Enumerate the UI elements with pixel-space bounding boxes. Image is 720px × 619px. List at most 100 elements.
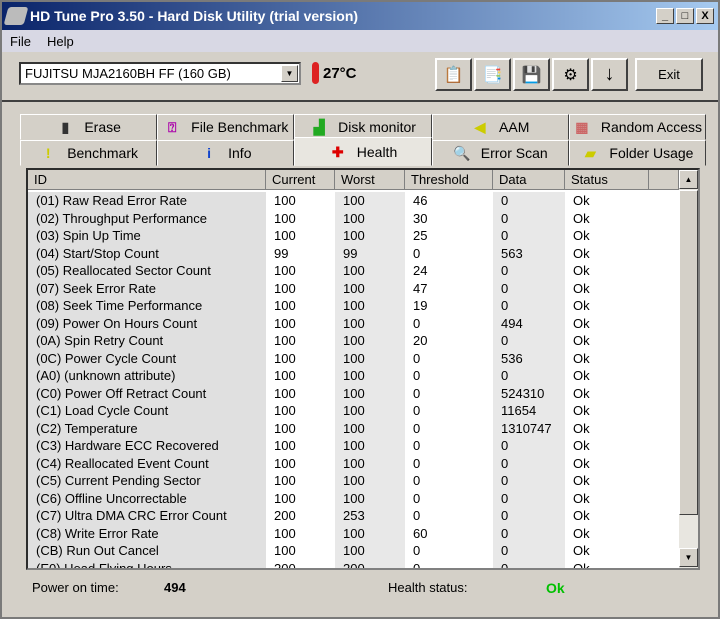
table-row[interactable]: (C5) Current Pending Sector 100 100 0 0 Ok xyxy=(28,472,678,490)
cell-current: 100 xyxy=(274,298,296,313)
file-benchmark-icon: ⍰ xyxy=(167,119,177,135)
maximize-button[interactable]: □ xyxy=(676,8,694,24)
tab-file-benchmark[interactable]: ⍰ File Benchmark xyxy=(157,114,295,140)
cell-id: (02) Throughput Performance xyxy=(28,209,266,227)
cell-worst: 100 xyxy=(335,472,405,490)
cell-id: (C4) Reallocated Event Count xyxy=(28,454,266,472)
tab-strip: ▮ Erase ⍰ File Benchmark ▟ Disk monitor ◀ AAM ▦ R… xyxy=(20,114,707,166)
cell-id: (03) Spin Up Time xyxy=(28,227,266,245)
copy-screenshot-button[interactable]: 📑 xyxy=(474,58,511,91)
table-row[interactable]: (E0) Head Flying Hours 200 200 0 0 Ok xyxy=(28,559,678,570)
close-button[interactable]: X xyxy=(696,8,714,24)
copy-info-button[interactable]: 📋 xyxy=(435,58,472,91)
menu-file[interactable]: File xyxy=(10,34,31,49)
column-header-current[interactable]: Current xyxy=(266,170,335,190)
tab-benchmark[interactable]: ! Benchmark xyxy=(20,140,158,166)
tab-aam[interactable]: ◀ AAM xyxy=(431,114,569,140)
cell-status: Ok xyxy=(573,473,590,488)
tab-label: Error Scan xyxy=(480,145,548,161)
table-row[interactable]: (05) Reallocated Sector Count 100 100 24 0 Ok xyxy=(28,262,678,280)
save-button[interactable]: 💾 xyxy=(513,58,550,91)
cell-status: Ok xyxy=(573,560,590,570)
cell-current: 100 xyxy=(274,543,296,558)
scrollbar[interactable]: ▲ ▼ xyxy=(679,170,698,568)
tab-health[interactable]: ✚ Health xyxy=(294,137,432,166)
table-row[interactable]: (08) Seek Time Performance 100 100 19 0 Ok xyxy=(28,297,678,315)
table-row[interactable]: (03) Spin Up Time 100 100 25 0 Ok xyxy=(28,227,678,245)
cell-worst: 100 xyxy=(335,437,405,455)
cell-data: 0 xyxy=(493,542,565,560)
column-header-data[interactable]: Data xyxy=(493,170,565,190)
tab-info[interactable]: i Info xyxy=(157,140,295,166)
scroll-down-icon[interactable]: ▼ xyxy=(679,548,698,567)
table-row[interactable]: (C4) Reallocated Event Count 100 100 0 0 Ok xyxy=(28,454,678,472)
cell-id: (C6) Offline Uncorrectable xyxy=(28,489,266,507)
table-row[interactable]: (09) Power On Hours Count 100 100 0 494 Ok xyxy=(28,314,678,332)
cell-threshold: 0 xyxy=(413,490,421,506)
cell-worst: 200 xyxy=(335,559,405,568)
column-header-worst[interactable]: Worst xyxy=(335,170,405,190)
menu-help[interactable]: Help xyxy=(47,34,74,49)
table-row[interactable]: (C6) Offline Uncorrectable 100 100 0 0 Ok xyxy=(28,489,678,507)
table-row[interactable]: (A0) (unknown attribute) 100 100 0 0 Ok xyxy=(28,367,678,385)
column-header-id[interactable]: ID xyxy=(28,170,266,190)
floppy-icon: 💾 xyxy=(521,66,542,84)
cell-status: Ok xyxy=(573,420,590,436)
cell-status: Ok xyxy=(573,525,590,541)
minimize-button[interactable]: _ xyxy=(656,8,674,24)
table-row[interactable]: (0A) Spin Retry Count 100 100 20 0 Ok xyxy=(28,332,678,350)
table-row[interactable]: (C3) Hardware ECC Recovered 100 100 0 0 Ok xyxy=(28,437,678,455)
cell-status: Ok xyxy=(573,543,590,558)
table-row[interactable]: (C1) Load Cycle Count 100 100 0 11654 Ok xyxy=(28,402,678,420)
cell-status: Ok xyxy=(573,263,590,278)
trash-icon: ▮ xyxy=(61,119,70,135)
table-row[interactable]: (C0) Power Off Retract Count 100 100 0 52431… xyxy=(28,384,678,402)
cell-current: 200 xyxy=(274,560,296,570)
cell-worst: 100 xyxy=(335,209,405,227)
smart-table: ID Current Worst Threshold Data Status (01) R… xyxy=(26,168,700,570)
tab-folder-usage[interactable]: ▰ Folder Usage xyxy=(568,140,707,166)
speaker-icon: ◀ xyxy=(474,119,486,135)
drive-name: FUJITSU MJA2160BH FF (160 GB) xyxy=(25,66,231,81)
cell-status: Ok xyxy=(573,403,590,418)
cell-threshold: 0 xyxy=(413,543,421,558)
table-row[interactable]: (07) Seek Error Rate 100 100 47 0 Ok xyxy=(28,279,678,297)
table-row[interactable]: (0C) Power Cycle Count 100 100 0 536 Ok xyxy=(28,349,678,367)
cell-threshold: 25 xyxy=(413,228,428,243)
table-row[interactable]: (04) Start/Stop Count 99 99 0 563 Ok xyxy=(28,244,678,262)
download-button[interactable]: ↓ xyxy=(591,58,628,91)
exit-button[interactable]: Exit xyxy=(635,58,703,91)
options-button[interactable]: ⚙ xyxy=(552,58,589,91)
scroll-up-icon[interactable]: ▲ xyxy=(679,170,698,189)
cell-threshold: 47 xyxy=(413,280,428,296)
tab-label: Info xyxy=(228,145,252,161)
cell-current: 200 xyxy=(274,508,296,523)
cell-current: 99 xyxy=(274,245,289,261)
table-row[interactable]: (02) Throughput Performance 100 100 30 0 Ok xyxy=(28,209,678,227)
cell-data: 494 xyxy=(493,314,565,332)
cell-id: (C7) Ultra DMA CRC Error Count xyxy=(28,507,266,525)
column-header-status[interactable]: Status xyxy=(565,170,649,190)
menu-bar: File Help xyxy=(2,30,718,52)
app-icon xyxy=(3,7,29,25)
table-row[interactable]: (CB) Run Out Cancel 100 100 0 0 Ok xyxy=(28,542,678,560)
power-on-label: Power on time: xyxy=(32,580,119,595)
column-header-filler xyxy=(649,170,679,190)
scroll-thumb[interactable] xyxy=(679,190,698,515)
chevron-down-icon[interactable]: ▼ xyxy=(281,65,298,82)
cell-current: 100 xyxy=(274,455,296,471)
table-row[interactable]: (01) Raw Read Error Rate 100 100 46 0 Ok xyxy=(28,192,678,210)
disk-monitor-icon: ▟ xyxy=(313,119,325,135)
tab-random-access[interactable]: ▦ Random Access xyxy=(568,114,707,140)
table-row[interactable]: (C7) Ultra DMA CRC Error Count 200 253 0 0 Ok xyxy=(28,507,678,525)
table-row[interactable]: (C8) Write Error Rate 100 100 60 0 Ok xyxy=(28,524,678,542)
tab-erase[interactable]: ▮ Erase xyxy=(20,114,158,140)
column-header-threshold[interactable]: Threshold xyxy=(405,170,493,190)
cell-threshold: 0 xyxy=(413,315,421,331)
drive-select[interactable]: FUJITSU MJA2160BH FF (160 GB) ▼ xyxy=(19,62,301,85)
cell-threshold: 19 xyxy=(413,298,428,313)
cell-id: (C5) Current Pending Sector xyxy=(28,472,266,490)
table-row[interactable]: (C2) Temperature 100 100 0 1310747 Ok xyxy=(28,419,678,437)
cell-id: (05) Reallocated Sector Count xyxy=(28,262,266,280)
tab-error-scan[interactable]: 🔍 Error Scan xyxy=(431,140,569,166)
